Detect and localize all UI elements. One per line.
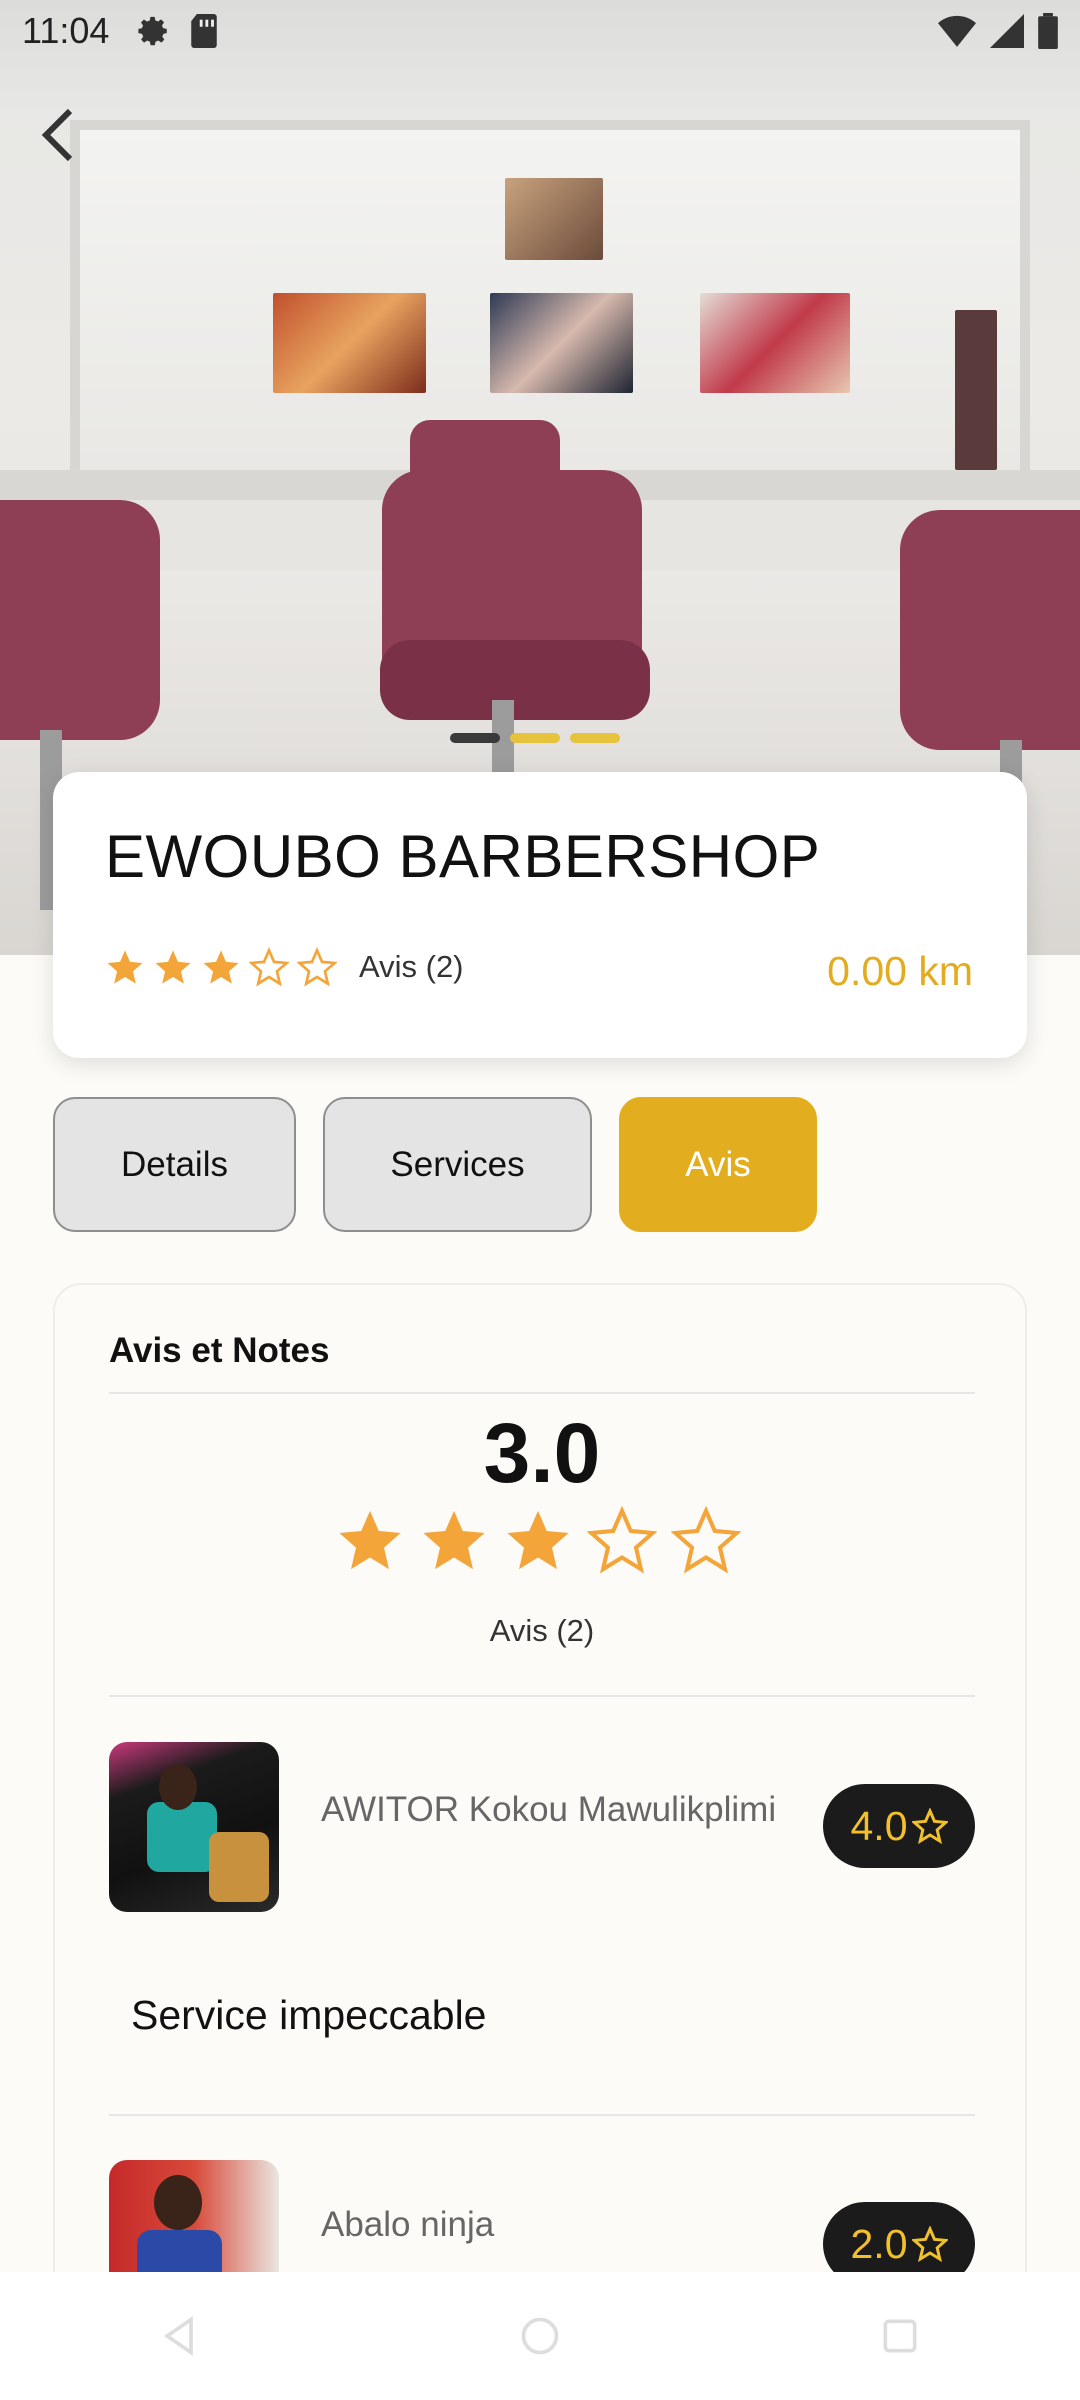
- review-score-badge: 4.0: [823, 1784, 975, 1868]
- average-rating: 3.0: [483, 1406, 601, 1500]
- star-filled-icon: [339, 1510, 401, 1570]
- star-filled-icon: [155, 950, 191, 984]
- carousel-dot[interactable]: [570, 733, 620, 743]
- sim-card-icon: [191, 14, 218, 48]
- status-time: 11:04: [22, 10, 110, 51]
- reviews-title: Avis et Notes: [109, 1331, 330, 1370]
- divider: [109, 2114, 975, 2116]
- chevron-left-icon: [41, 108, 73, 162]
- carousel-indicator: [450, 733, 620, 743]
- star-outline-icon: [671, 1505, 741, 1574]
- nav-back-button[interactable]: [150, 2306, 210, 2366]
- nav-home-button[interactable]: [510, 2306, 570, 2366]
- reviews-panel: Avis et Notes 3.0 Avis (2) AWITOR Kokou …: [53, 1283, 1027, 2400]
- avatar: [109, 1742, 279, 1912]
- average-reviews-count: Avis (2): [489, 1613, 595, 1648]
- review-comment: Service impeccable: [131, 1992, 487, 2038]
- shop-rating: Avis (2): [105, 947, 464, 987]
- tab-details[interactable]: Details: [53, 1097, 296, 1232]
- shop-name: EWOUBO BARBERSHOP: [105, 823, 821, 890]
- circle-home-icon: [521, 2317, 559, 2355]
- shop-info-card: EWOUBO BARBERSHOP Avis (2) 0.00 km: [53, 772, 1027, 1058]
- triangle-back-icon: [163, 2316, 193, 2356]
- status-bar: 11:04: [0, 0, 1080, 62]
- carousel-dot[interactable]: [450, 733, 500, 743]
- review-score: 2.0: [850, 2220, 908, 2267]
- reviews-count: Avis (2): [359, 949, 464, 984]
- star-filled-icon: [107, 950, 143, 984]
- back-button[interactable]: [28, 100, 88, 170]
- wifi-icon: [938, 15, 976, 47]
- tab-services[interactable]: Services: [323, 1097, 592, 1232]
- divider: [109, 1392, 975, 1394]
- star-filled-icon: [203, 950, 239, 984]
- star-outline-icon: [911, 1808, 948, 1844]
- review-item: AWITOR Kokou Mawulikplimi 4.0 Service im…: [109, 1742, 975, 2142]
- average-stars: [335, 1505, 741, 1575]
- battery-icon: [1038, 13, 1058, 49]
- gear-icon: [138, 16, 168, 46]
- square-recents-icon: [883, 2319, 917, 2353]
- shop-detail-screen: 11:04 EWOUBO BARBERSHOP Avis (2) 0.00 km: [0, 0, 1080, 2400]
- review-score: 4.0: [850, 1802, 908, 1849]
- tab-avis[interactable]: Avis: [619, 1097, 817, 1232]
- star-filled-icon: [423, 1510, 485, 1570]
- nav-recents-button[interactable]: [870, 2306, 930, 2366]
- star-outline-icon: [587, 1505, 657, 1574]
- star-filled-icon: [507, 1510, 569, 1570]
- star-outline-icon: [249, 947, 289, 987]
- star-outline-icon: [911, 2226, 948, 2262]
- reviewer-name: AWITOR Kokou Mawulikplimi: [321, 1790, 777, 1829]
- divider: [109, 1695, 975, 1697]
- reviewer-name: Abalo ninja: [321, 2205, 495, 2244]
- distance-label: 0.00 km: [827, 948, 973, 994]
- cell-signal-icon: [990, 14, 1024, 48]
- star-outline-icon: [297, 947, 337, 987]
- system-nav-bar: [0, 2272, 1080, 2400]
- tab-bar: Details Services Avis: [53, 1097, 817, 1232]
- carousel-dot[interactable]: [510, 733, 560, 743]
